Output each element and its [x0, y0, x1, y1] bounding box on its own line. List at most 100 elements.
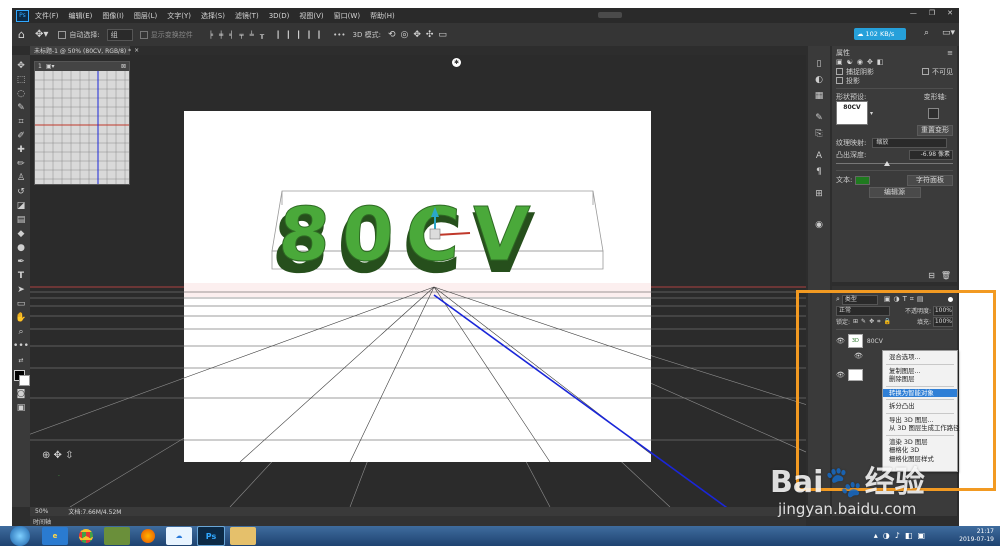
swap-colors-icon[interactable]: ⇄ [14, 354, 28, 366]
menu-item-6[interactable]: 滤镜(T) [235, 11, 259, 21]
secondary-view-tab[interactable]: 1 [38, 63, 42, 70]
secondary-view-close[interactable]: ⊠ [121, 63, 126, 70]
clone-source-icon[interactable]: ⎘ [815, 129, 822, 139]
menu-item-7[interactable]: 3D(D) [269, 12, 290, 20]
menu-item-8[interactable]: 视图(V) [299, 11, 323, 21]
invisible-checkbox[interactable] [922, 68, 929, 75]
firefox-icon[interactable] [135, 527, 161, 545]
3d-panel-icon[interactable]: ◉ [815, 220, 823, 230]
character-panel-button[interactable]: 字符面板 [907, 174, 953, 186]
menu-item-3[interactable]: 图层(L) [134, 11, 157, 21]
texture-map-dropdown[interactable]: 缩放 [872, 138, 948, 148]
menu-item-2[interactable]: 图像(I) [102, 11, 124, 21]
minecraft-icon[interactable] [104, 527, 130, 545]
menu-item-0[interactable]: 文件(F) [35, 11, 59, 21]
swatches-icon[interactable]: ▦ [815, 91, 824, 101]
screen-mode-icon[interactable]: ▣ [14, 402, 28, 414]
brush-settings-icon[interactable]: ✎ [815, 113, 823, 123]
tab-mesh-icon[interactable]: ▣ [836, 58, 843, 66]
eyedropper-icon[interactable]: ✐ [14, 130, 28, 142]
maximize-button[interactable]: ❐ [929, 9, 935, 17]
tab-cap-icon[interactable]: ◉ [857, 58, 863, 66]
brush-tool-icon[interactable]: ✏ [14, 158, 28, 170]
canvas-area[interactable]: 80CV 80CV ⊕ ✥ ⇳ · 1 ▣▾ ⊠ ✱ [30, 55, 806, 507]
catch-shadows-checkbox[interactable] [836, 68, 843, 75]
reset-deform-button[interactable]: 重置变形 [917, 124, 953, 136]
quick-mask-icon[interactable]: ◙ [14, 388, 28, 400]
doc-tab[interactable]: 未标题-1 @ 50% (80CV, RGB/8) * × [30, 46, 139, 55]
color-swatches[interactable] [13, 369, 30, 386]
more-tools-icon[interactable]: ••• [13, 340, 29, 352]
crop-tool-icon[interactable]: ⌗ [14, 116, 28, 128]
edit-source-button[interactable]: 编辑源 [868, 187, 921, 198]
show-transform-checkbox[interactable] [139, 30, 148, 39]
properties-footer-icon[interactable]: ⊟ [928, 271, 935, 280]
lasso-tool-icon[interactable]: ◌ [14, 88, 28, 100]
photoshop-taskbar-icon[interactable]: Ps [197, 526, 225, 546]
tab-coordinates-icon[interactable]: ✥ [867, 58, 873, 66]
view-menu-icon[interactable]: ▣▾ [46, 63, 55, 70]
doc-tab-close[interactable]: × [134, 47, 139, 54]
pen-tool-icon[interactable]: ✒ [14, 256, 28, 268]
paragraph-icon[interactable]: ¶ [816, 167, 822, 177]
minimize-button[interactable]: — [910, 9, 917, 17]
blur-tool-icon[interactable]: ◆ [14, 228, 28, 240]
deform-axis-widget[interactable] [928, 107, 939, 119]
shape-preset-dropdown-icon[interactable]: ▾ [870, 110, 873, 117]
gradient-tool-icon[interactable]: ▤ [14, 214, 28, 226]
cast-shadows-checkbox[interactable] [836, 77, 843, 84]
close-button[interactable]: ✕ [947, 9, 953, 17]
menu-item-10[interactable]: 帮助(H) [370, 11, 395, 21]
ie-icon[interactable]: e [42, 527, 68, 545]
tab-environment-icon[interactable]: ◧ [877, 58, 884, 66]
3d-mode-icons[interactable]: ⟲◎✥✣▭ [388, 30, 452, 40]
eraser-tool-icon[interactable]: ◪ [14, 200, 28, 212]
workspace-icon[interactable]: ▭▾ [942, 28, 955, 38]
marquee-tool-icon[interactable]: ⬚ [14, 74, 28, 86]
quick-select-icon[interactable]: ✎ [14, 102, 28, 114]
panel-menu-icon[interactable]: ≡ [947, 49, 953, 57]
healing-brush-icon[interactable]: ✚ [14, 144, 28, 156]
shape-preset-swatch[interactable]: 80CV [836, 101, 868, 125]
explorer-icon[interactable] [230, 527, 256, 545]
align-icons[interactable]: ╞╪╡╤╧╥ [209, 31, 270, 39]
start-button[interactable] [10, 526, 30, 546]
menu-item-1[interactable]: 编辑(E) [69, 11, 93, 21]
more-options[interactable]: ••• [333, 31, 345, 39]
menu-item-4[interactable]: 文字(Y) [167, 11, 191, 21]
auto-select-checkbox[interactable] [58, 30, 67, 39]
drag-handle[interactable] [598, 12, 622, 18]
zoom-level[interactable]: 50% [35, 508, 48, 515]
timeline-bar[interactable]: 时间轴 [30, 516, 806, 526]
menu-item-5[interactable]: 选择(S) [201, 11, 225, 21]
rectangle-tool-icon[interactable]: ▭ [14, 298, 28, 310]
move-tool-icon[interactable]: ✥▾ [35, 29, 48, 40]
text-color-swatch[interactable] [855, 175, 871, 185]
extrusion-input[interactable]: -6.98 像素 [909, 149, 953, 160]
stamp-tool-icon[interactable]: ♙ [14, 172, 28, 184]
type-tool-icon[interactable]: T [14, 270, 28, 282]
distribute-icons[interactable]: ┃┃┃║║ [276, 31, 327, 39]
hand-tool-icon[interactable]: ✋ [14, 312, 28, 324]
adjust-icon[interactable]: ◐ [815, 75, 823, 85]
character-icon[interactable]: A [816, 151, 822, 161]
baidu-netdisk-icon[interactable]: ☁ [166, 527, 192, 545]
history-brush-icon[interactable]: ↺ [14, 186, 28, 198]
chrome-icon[interactable] [73, 527, 99, 545]
pin-icon[interactable]: ✱ [452, 58, 461, 67]
move-tool-icon[interactable]: ✥ [14, 60, 28, 72]
secondary-view[interactable]: 1 ▣▾ ⊠ [34, 61, 130, 185]
extrusion-slider-thumb[interactable] [884, 161, 890, 166]
zoom-tool-icon[interactable]: ⌕ [14, 326, 28, 338]
path-select-icon[interactable]: ➤ [14, 284, 28, 296]
dodge-tool-icon[interactable]: ● [14, 242, 28, 254]
menu-item-9[interactable]: 窗口(W) [334, 11, 360, 21]
history-icon[interactable]: ▯ [817, 59, 822, 69]
auto-select-dropdown[interactable]: 组 [106, 28, 133, 41]
tab-deform-icon[interactable]: ☯ [847, 58, 853, 66]
extrusion-slider[interactable] [836, 160, 953, 167]
home-icon[interactable]: ⌂ [18, 28, 25, 41]
glyphs-icon[interactable]: ⊞ [815, 189, 823, 199]
search-icon[interactable]: ⌕ [924, 28, 929, 38]
properties-trash-icon[interactable]: 🗑 [941, 271, 951, 280]
